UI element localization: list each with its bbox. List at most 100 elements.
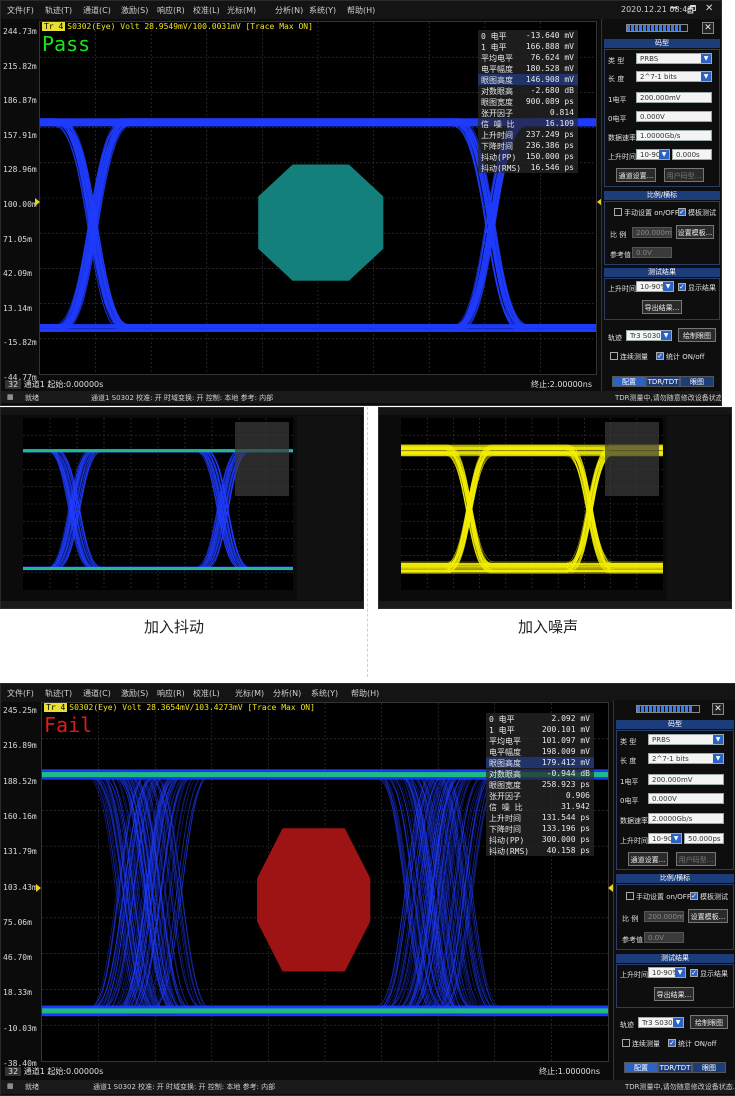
fail-menu-item[interactable]: 光标(M) [235,688,264,699]
pass_panel-meas-row: 1 电平 166.888 mV [478,41,578,52]
pass-continuous-label: 连续测量 [620,353,648,361]
pass-zero-input[interactable]: 0.000V [636,111,712,122]
pass-panel-close-icon[interactable]: ✕ [702,22,714,34]
fail-rate-input[interactable]: 2.0000Gb/s [648,813,724,824]
fail-user-pattern-button[interactable]: 用户码型... [676,852,716,866]
fail-stats-checkbox[interactable]: ✓ [668,1039,676,1047]
pass-menu-item[interactable]: 系统(Y) [309,5,336,16]
fail-draw-eye-button[interactable]: 绘制眼图 [690,1015,728,1029]
fail-ref-marker-left[interactable] [36,884,41,892]
pass-tab-config[interactable]: 配置 [612,376,646,387]
close-window-icon[interactable]: ✕ [705,3,713,14]
fail-menu-item[interactable]: 文件(F) [7,688,34,699]
pass-template-checkbox[interactable]: ✓ [678,208,686,216]
meas-value: 179.412 mV [541,758,590,767]
fail-menu-item[interactable]: 分析(N) [273,688,301,699]
pass-length-select[interactable]: 2^7-1 bits ▼ [636,71,712,82]
pass-menu-item[interactable]: 通道(C) [83,5,111,16]
pass-trace-tag[interactable]: Tr 4 [42,22,66,31]
grid-icon[interactable]: ▦ [7,393,14,401]
pass-ratio-input[interactable]: 200.000mV [632,227,672,238]
fail-trace-tag[interactable]: Tr 4 [44,703,68,712]
pass-trace-select[interactable]: Tr3 S0302 ▼ [626,330,672,341]
pass-rate-input[interactable]: 1.0000Gb/s [636,130,712,141]
fail-ratio-label: 比 例 [622,915,639,923]
pass-manual-checkbox[interactable] [614,208,622,216]
fail-menu-item[interactable]: 响应(R) [157,688,185,699]
pass-menu-item[interactable]: 文件(F) [7,5,34,16]
meas-label: 抖动(RMS) [489,847,530,856]
pass-menu-item[interactable]: 光标(M) [227,5,256,16]
pass-eye-plot[interactable]: Tr 4 S0302(Eye) Volt 28.9549mV/100.0031mV… [39,21,597,375]
pass-tab-tdr[interactable]: TDR/TDT [646,376,680,387]
pass-show-result-checkbox[interactable]: ✓ [678,283,686,291]
fail-zero-input[interactable]: 0.000V [648,793,724,804]
fail-template-checkbox[interactable]: ✓ [690,892,698,900]
fail-show-result-checkbox[interactable]: ✓ [690,969,698,977]
pass-channel-settings-button[interactable]: 通道设置... [616,168,656,182]
meas-value: 198.009 mV [541,747,590,756]
fail-rise-input[interactable]: 50.000ps [684,833,724,844]
pass-user-pattern-button[interactable]: 用户码型... [664,168,704,182]
fail-menu-item[interactable]: 校准(L) [193,688,220,699]
pass-type-select[interactable]: PRBS ▼ [636,53,712,64]
restore-icon[interactable]: 🗗 [687,3,696,20]
pass-template-settings-button[interactable]: 设置模板... [676,225,714,239]
fail-manual-checkbox[interactable] [626,892,634,900]
pass-continuous-checkbox[interactable] [610,352,618,360]
pass-export-button[interactable]: 导出结果... [642,300,682,314]
fail-menu-item[interactable]: 系统(Y) [311,688,338,699]
fail-tab-tdr[interactable]: TDR/TDT [658,1062,692,1073]
pass-draw-eye-button[interactable]: 绘制眼图 [678,328,716,342]
fail-continuous-checkbox[interactable] [622,1039,630,1047]
pass-rise-time-select[interactable]: 10-90% ▼ [636,281,674,292]
fail_panel-meas-row: 信 噪 比 31.942 [486,801,594,812]
fail-bottom-right: TDR测量中,请勿随意修改设备状态. [625,1083,735,1091]
pass_panel-y-tick-label: 128.96m [3,165,37,175]
fail-rise-mode-select[interactable]: 10-90% ▼ [648,833,682,844]
pass-menu-item[interactable]: 激励(S) [121,5,148,16]
minimize-icon[interactable]: ━ [671,3,677,14]
fail-trace-select[interactable]: Tr3 S0302 ▼ [638,1017,684,1028]
pass-menu-item[interactable]: 响应(R) [157,5,185,16]
pass-menu-item[interactable]: 轨迹(T) [45,5,72,16]
fail-template-settings-button[interactable]: 设置模板... [688,909,728,923]
fail-one-input[interactable]: 200.000mV [648,774,724,785]
fail-menu-item[interactable]: 激励(S) [121,688,148,699]
fail-menu-item[interactable]: 轨迹(T) [45,688,72,699]
pass-rise-input[interactable]: 0.000s [672,149,712,160]
fail-menu-item[interactable]: 帮助(H) [351,688,379,699]
fail-type-label: 类 型 [620,738,637,746]
fail-channel-settings-button[interactable]: 通道设置... [628,852,668,866]
fail-export-button[interactable]: 导出结果... [654,987,694,1001]
pass-ref-input[interactable]: 0.0V [632,247,672,258]
fail-menu-item[interactable]: 通道(C) [83,688,111,699]
fail-ratio-input[interactable]: 200.000mV [644,911,684,922]
pass-menu-item[interactable]: 校准(L) [193,5,220,16]
fail-panel-close-icon[interactable]: ✕ [712,703,724,715]
pass-stats-checkbox[interactable]: ✓ [656,352,664,360]
fail-rise-time-select[interactable]: 10-90% ▼ [648,967,686,978]
pass-one-input[interactable]: 200.000mV [636,92,712,103]
pass-ref-marker-left[interactable] [35,198,40,206]
fail-status-start: 通道1 起始:0.00000s [23,1067,104,1076]
pass-length-value: 2^7-1 bits [640,73,677,81]
fail-tab-config[interactable]: 配置 [624,1062,658,1073]
pass-menu-item[interactable]: 帮助(H) [347,5,375,16]
fail-type-select[interactable]: PRBS ▼ [648,734,724,745]
pass-trace-title: Tr 4 S0302(Eye) Volt 28.9549mV/100.0031mV… [42,22,313,31]
pass-rise-mode-select[interactable]: 10-90% ▼ [636,149,670,160]
pass-sidebar: ✕ 码型 类 型 PRBS ▼ 长 度 2^7-1 bits ▼ 1电平 200.0… [601,19,721,393]
fail_panel-meas-row: 抖动(PP) 300.000 ps [486,834,594,845]
grid-icon[interactable]: ▦ [7,1082,14,1090]
fail-length-select[interactable]: 2^7-1 bits ▼ [648,753,724,764]
fail-tab-eye[interactable]: 眼图 [692,1062,726,1073]
fail-eye-plot[interactable]: Tr 4 S0302(Eye) Volt 28.3654mV/103.4273mV… [41,702,609,1062]
pass-datetime: 2020.12.21 08:41 [621,5,693,14]
noise-thumbnail [378,407,732,609]
pass_panel-meas-row: 眼图高度 146.908 mV [478,74,578,85]
pass-menu-item[interactable]: 分析(N) [275,5,303,16]
meas-value: 180.528 mV [525,64,574,73]
pass-tab-eye[interactable]: 眼图 [680,376,714,387]
fail-ref-input[interactable]: 0.0V [644,932,684,943]
